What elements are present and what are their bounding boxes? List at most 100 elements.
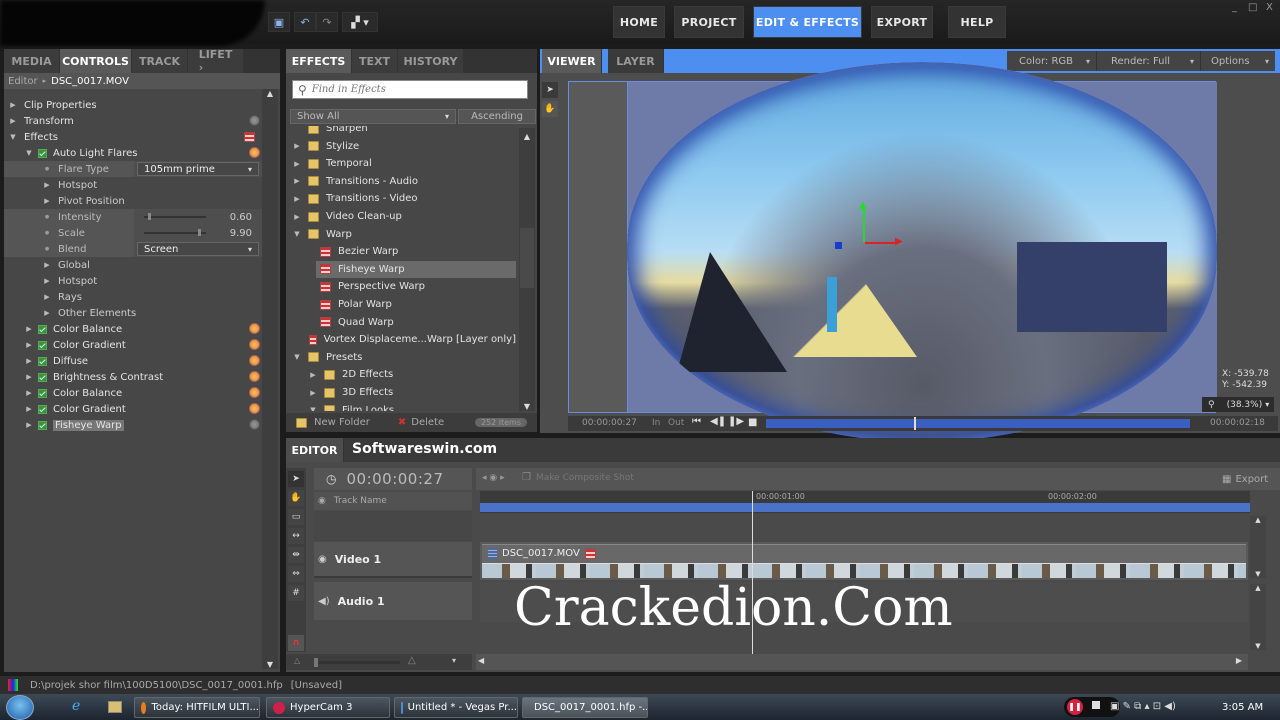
enable-checkbox[interactable]	[38, 372, 47, 382]
scroll-left-icon[interactable]: ◀	[478, 656, 484, 665]
ie-icon[interactable]: e	[72, 698, 80, 714]
control-row[interactable]: ● Scale 9.90	[4, 225, 262, 241]
effects-search-input[interactable]	[311, 84, 512, 95]
reset-icon[interactable]	[249, 371, 260, 382]
zoom-slider[interactable]	[314, 658, 400, 667]
timeline-ruler[interactable]: 00:00:01:00 00:00:02:00	[480, 491, 1250, 513]
layout-menu-icon[interactable]: ▞ ▾	[342, 12, 378, 32]
reset-icon[interactable]	[249, 387, 260, 398]
effect-folder[interactable]: ▼ Warp	[286, 226, 516, 243]
filter-dropdown[interactable]: Show All ▾	[290, 109, 456, 124]
effect-item[interactable]: Quad Warp	[286, 314, 516, 331]
reset-icon[interactable]	[249, 115, 260, 126]
enable-checkbox[interactable]	[38, 388, 47, 398]
nav-edit-effects[interactable]: EDIT & EFFECTS	[753, 6, 862, 38]
track-header-audio[interactable]: ◀) Audio 1	[314, 582, 472, 620]
chevron-down-icon[interactable]: ▾	[452, 656, 456, 665]
nav-home[interactable]: HOME	[613, 6, 665, 38]
ripple-tool-icon[interactable]: ⇔	[288, 566, 304, 582]
param-dropdown[interactable]: Screen ▾	[137, 242, 259, 256]
stop-icon[interactable]: ■	[748, 417, 757, 428]
render-dropdown[interactable]: Render: Full ▾	[1097, 51, 1201, 71]
expand-right-icon[interactable]: ▶	[42, 181, 52, 189]
scroll-down-icon[interactable]: ▼	[262, 660, 278, 669]
start-button[interactable]	[6, 695, 34, 720]
controls-scrollbar[interactable]: ▲ ▼	[262, 89, 278, 669]
control-row[interactable]: ▼ Auto Light Flares	[4, 145, 262, 161]
scrubber-playhead[interactable]	[914, 417, 917, 430]
tab-media[interactable]: MEDIA	[4, 49, 60, 73]
effect-item[interactable]: Fisheye Warp	[316, 260, 516, 278]
slider-thumb[interactable]	[147, 213, 151, 220]
slip-tool-icon[interactable]: ↔	[288, 528, 304, 544]
zoom-in-icon[interactable]: △	[408, 655, 416, 666]
anchor-point-handle[interactable]	[835, 242, 842, 249]
expand-right-icon[interactable]: ▶	[24, 405, 34, 413]
reset-icon[interactable]	[249, 147, 260, 158]
tab-history[interactable]: HISTORY	[398, 49, 464, 73]
eye-icon[interactable]: ◉	[318, 496, 326, 506]
expand-right-icon[interactable]: ▶	[42, 261, 52, 269]
effect-folder[interactable]: ▶ Stylize	[286, 138, 516, 155]
task-browser[interactable]: Today: HITFILM ULTI...	[134, 697, 260, 718]
expand-right-icon[interactable]: ▶	[292, 177, 302, 185]
expand-right-icon[interactable]: ▶	[8, 101, 18, 109]
delete-button[interactable]: ✖ Delete	[398, 417, 444, 428]
work-area-bar[interactable]	[480, 503, 1250, 512]
expand-right-icon[interactable]: ▶	[8, 117, 18, 125]
control-row[interactable]: ▶ Brightness & Contrast	[4, 369, 262, 385]
expand-right-icon[interactable]: ▶	[24, 421, 34, 429]
expand-down-icon[interactable]: ▼	[8, 133, 18, 141]
enable-checkbox[interactable]	[38, 324, 47, 334]
go-to-start-icon[interactable]: ⏮	[692, 416, 701, 427]
tab-viewer[interactable]: VIEWER	[542, 49, 602, 73]
video-track-scrollbar[interactable]: ▲ ▼	[1250, 516, 1266, 578]
minimize-button[interactable]: _	[1232, 2, 1237, 13]
control-row[interactable]: ▶ Global	[4, 257, 262, 273]
effect-folder[interactable]: ▶ 2D Effects	[286, 366, 516, 383]
control-row[interactable]: ▶ Hotspot	[4, 177, 262, 193]
tab-effects[interactable]: EFFECTS	[286, 49, 352, 73]
effect-item[interactable]: Polar Warp	[286, 296, 516, 313]
hand-tool-icon[interactable]: ✋	[288, 490, 304, 506]
explorer-icon[interactable]	[108, 701, 122, 713]
new-folder-button[interactable]: New Folder	[296, 417, 370, 428]
control-row[interactable]: ▶ Color Gradient	[4, 401, 262, 417]
select-tool-icon[interactable]: ➤	[542, 82, 558, 98]
expand-right-icon[interactable]: ▶	[292, 195, 302, 203]
effect-folder[interactable]: Sharpen	[286, 126, 516, 137]
track-header-video[interactable]: ◉ Video 1	[314, 542, 472, 578]
control-row[interactable]: ▶ Rays	[4, 289, 262, 305]
effect-folder[interactable]: ▼ Film Looks	[286, 402, 516, 411]
effect-item[interactable]: Perspective Warp	[286, 278, 516, 295]
control-row[interactable]: ● Flare Type 105mm prime ▾	[4, 161, 262, 177]
scrubber-bar[interactable]	[766, 417, 1190, 430]
scroll-up-icon[interactable]: ▲	[262, 89, 278, 98]
set-out-button[interactable]: Out	[668, 418, 684, 428]
expand-down-icon[interactable]: ▼	[292, 353, 302, 361]
control-row[interactable]: ● Blend Screen ▾	[4, 241, 262, 257]
scroll-down-icon[interactable]: ▼	[1250, 642, 1266, 650]
effect-folder[interactable]: ▶ 3D Effects	[286, 384, 516, 401]
control-row[interactable]: ▶ Pivot Position	[4, 193, 262, 209]
reset-icon[interactable]	[249, 323, 260, 334]
control-row[interactable]: ▶ Transform	[4, 113, 262, 129]
scroll-up-icon[interactable]: ▲	[519, 132, 535, 141]
restore-button[interactable]: □	[1248, 2, 1257, 13]
zoom-out-icon[interactable]: △	[294, 656, 300, 665]
task-hypercam[interactable]: HyperCam 3	[266, 697, 390, 718]
expand-right-icon[interactable]: ▶	[42, 309, 52, 317]
tab-layer[interactable]: LAYER	[608, 49, 664, 73]
reset-icon[interactable]	[249, 355, 260, 366]
param-value[interactable]: 9.90	[230, 228, 252, 239]
effect-folder[interactable]: ▶ Temporal	[286, 155, 516, 172]
timecode[interactable]: 00:00:00:27	[346, 470, 443, 488]
control-row[interactable]: ▶ Diffuse	[4, 353, 262, 369]
control-row[interactable]: ▼ Effects	[4, 129, 262, 145]
y-axis-gizmo[interactable]	[863, 208, 865, 242]
expand-right-icon[interactable]: ▶	[292, 160, 302, 168]
nav-help[interactable]: HELP	[948, 6, 1006, 38]
speaker-icon[interactable]: ◀)	[318, 596, 330, 607]
razor-tool-icon[interactable]: ▭	[288, 509, 304, 525]
control-row[interactable]: ▶ Clip Properties	[4, 97, 262, 113]
